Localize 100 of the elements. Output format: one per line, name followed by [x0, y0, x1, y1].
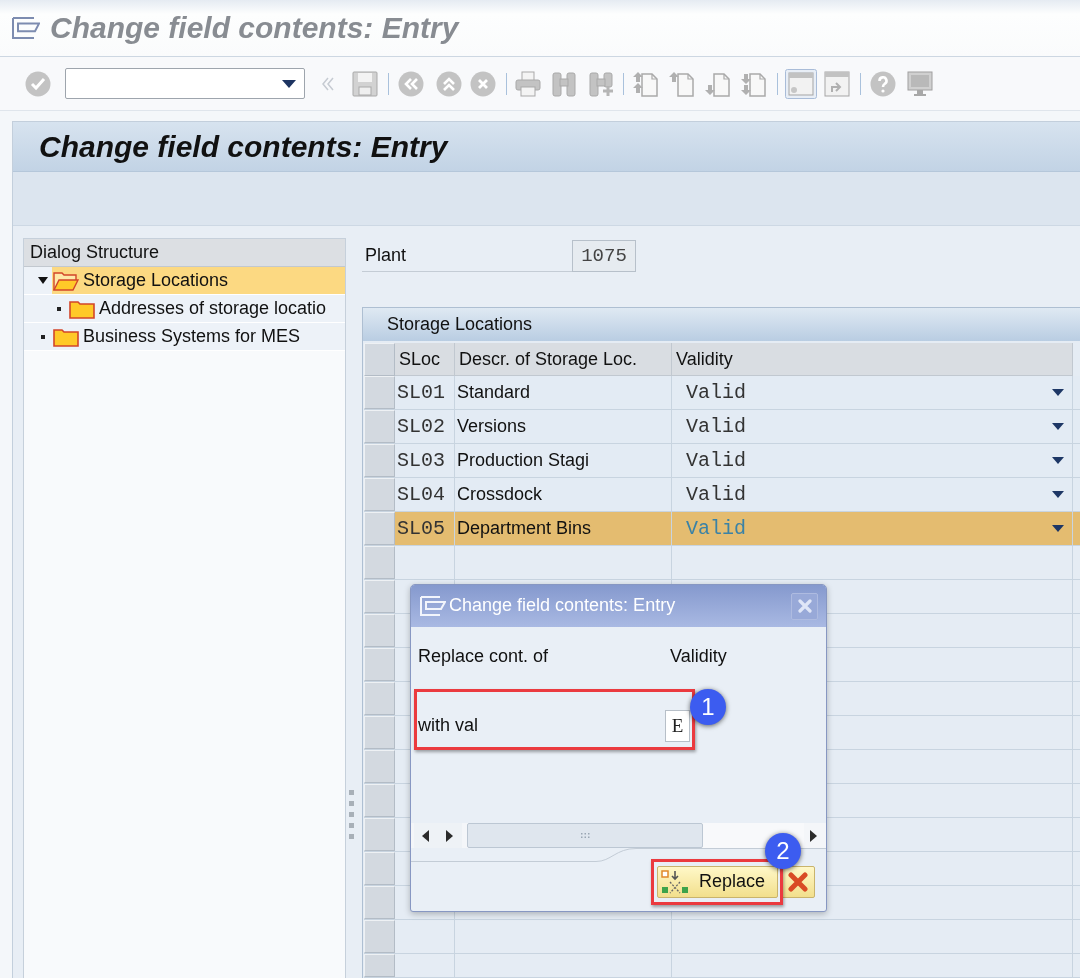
- validity-dropdown[interactable]: Valid: [672, 478, 1073, 511]
- command-field[interactable]: [65, 68, 305, 99]
- step-badge: 1: [690, 689, 726, 725]
- printer-icon[interactable]: [515, 70, 541, 97]
- screen-icon: [420, 596, 446, 616]
- splitter-handle[interactable]: [348, 790, 354, 839]
- shortcut-icon[interactable]: [824, 70, 850, 97]
- row-selector[interactable]: [364, 716, 395, 749]
- row-selector[interactable]: [364, 546, 395, 579]
- binoculars-icon[interactable]: [552, 70, 576, 97]
- table-cell: SL04: [395, 478, 455, 511]
- table-cell: SL05: [395, 512, 455, 545]
- row-selector[interactable]: [364, 886, 395, 919]
- bullet-icon: [41, 334, 45, 339]
- row-selector[interactable]: [364, 444, 395, 477]
- validity-dropdown[interactable]: Valid: [672, 410, 1073, 443]
- page-double-up-icon[interactable]: [633, 70, 659, 97]
- field-name: Validity: [670, 646, 727, 668]
- screen-title: Change field contents: Entry: [39, 128, 448, 165]
- table-cell: Standard: [455, 376, 672, 409]
- help-icon[interactable]: [870, 70, 896, 97]
- page-down-icon[interactable]: [705, 70, 731, 97]
- column-header: Descr. of Storage Loc.: [455, 343, 672, 376]
- row-selector[interactable]: [364, 852, 395, 885]
- replace-icon: [661, 870, 689, 894]
- tree-item[interactable]: Addresses of storage locatio: [68, 295, 345, 322]
- page-up-icon[interactable]: [669, 70, 695, 97]
- row-selector[interactable]: [364, 478, 395, 511]
- bullet-icon: [57, 306, 61, 311]
- table-row[interactable]: SL03 Production Stagi Valid: [364, 444, 1080, 478]
- dialog-title: Change field contents: Entry: [449, 595, 676, 617]
- binoculars-plus-icon[interactable]: [589, 70, 613, 97]
- replace-button[interactable]: Replace: [657, 866, 778, 898]
- validity-dropdown[interactable]: Valid: [672, 444, 1073, 477]
- row-selector[interactable]: [364, 648, 395, 681]
- dropdown-arrow-icon: [1052, 389, 1064, 396]
- table-cell: SL02: [395, 410, 455, 443]
- scroll-left-button[interactable]: [414, 823, 437, 848]
- row-selector[interactable]: [364, 580, 395, 613]
- table-row[interactable]: SL02 Versions Valid: [364, 410, 1080, 444]
- row-selector[interactable]: [364, 512, 395, 545]
- value-field[interactable]: E: [665, 710, 690, 742]
- left-arrow-icon: [422, 829, 429, 842]
- dropdown-arrow-icon: [1052, 491, 1064, 498]
- scroll-right-button[interactable]: [437, 823, 462, 848]
- monitor-icon[interactable]: [907, 70, 933, 97]
- double-chevron-icon[interactable]: [322, 76, 334, 91]
- table-cell: SL03: [395, 444, 455, 477]
- cancel-icon: [788, 872, 808, 892]
- right-arrow-icon: [446, 829, 453, 842]
- expand-arrow-icon[interactable]: [38, 277, 48, 284]
- column-header: Validity: [672, 343, 1073, 376]
- validity-dropdown[interactable]: Valid: [672, 376, 1073, 409]
- table-title: Storage Locations: [363, 308, 1080, 341]
- tree-item[interactable]: Storage Locations: [52, 267, 345, 294]
- tree-header: Dialog Structure: [24, 239, 345, 267]
- window-title: Change field contents: Entry: [50, 10, 459, 46]
- right-arrow-icon: [809, 829, 817, 842]
- table-cell: Department Bins: [455, 512, 672, 545]
- row-selector[interactable]: [364, 410, 395, 443]
- table-cell: SL01: [395, 376, 455, 409]
- back-icon[interactable]: [398, 70, 424, 97]
- close-icon: [797, 599, 812, 613]
- grip-icon: [580, 833, 590, 838]
- table-row[interactable]: SL01 Standard Valid: [364, 376, 1080, 410]
- row-selector[interactable]: [364, 750, 395, 783]
- row-selector[interactable]: [364, 376, 395, 409]
- row-selector[interactable]: [364, 818, 395, 851]
- column-header: SLoc: [395, 343, 455, 376]
- folder-icon: [69, 298, 95, 319]
- row-selector[interactable]: [364, 784, 395, 817]
- save-icon[interactable]: [352, 70, 378, 97]
- folder-icon: [53, 326, 79, 347]
- row-selector[interactable]: [364, 954, 395, 977]
- scroll-thumb[interactable]: [467, 823, 703, 848]
- table-row[interactable]: SL04 Crossdock Valid: [364, 478, 1080, 512]
- table-row[interactable]: SL05 Department Bins Valid: [364, 512, 1080, 546]
- tree-item[interactable]: Business Systems for MES: [52, 323, 345, 350]
- table-cell: Versions: [455, 410, 672, 443]
- plant-field[interactable]: 1075: [572, 240, 636, 272]
- value-label: with val: [418, 715, 480, 737]
- table-cell: Crossdock: [455, 478, 672, 511]
- checkmark-icon[interactable]: [25, 70, 51, 97]
- dropdown-arrow-icon: [282, 79, 296, 88]
- dropdown-arrow-icon: [1052, 525, 1064, 532]
- row-selector[interactable]: [364, 614, 395, 647]
- close-button[interactable]: [791, 592, 818, 620]
- select-all-button[interactable]: [364, 343, 395, 376]
- row-selector[interactable]: [364, 920, 395, 953]
- chevron-up-circle-icon[interactable]: [436, 70, 462, 97]
- new-window-icon[interactable]: [785, 68, 817, 99]
- x-circle-icon[interactable]: [470, 70, 496, 97]
- field-label: Replace cont. of: [418, 646, 550, 668]
- open-folder-icon: [53, 270, 79, 291]
- dropdown-arrow-icon: [1052, 423, 1064, 430]
- screen-icon: [12, 17, 40, 39]
- page-double-down-icon[interactable]: [741, 70, 767, 97]
- cancel-button[interactable]: [781, 866, 815, 898]
- dropdown-arrow-icon: [1052, 457, 1064, 464]
- row-selector[interactable]: [364, 682, 395, 715]
